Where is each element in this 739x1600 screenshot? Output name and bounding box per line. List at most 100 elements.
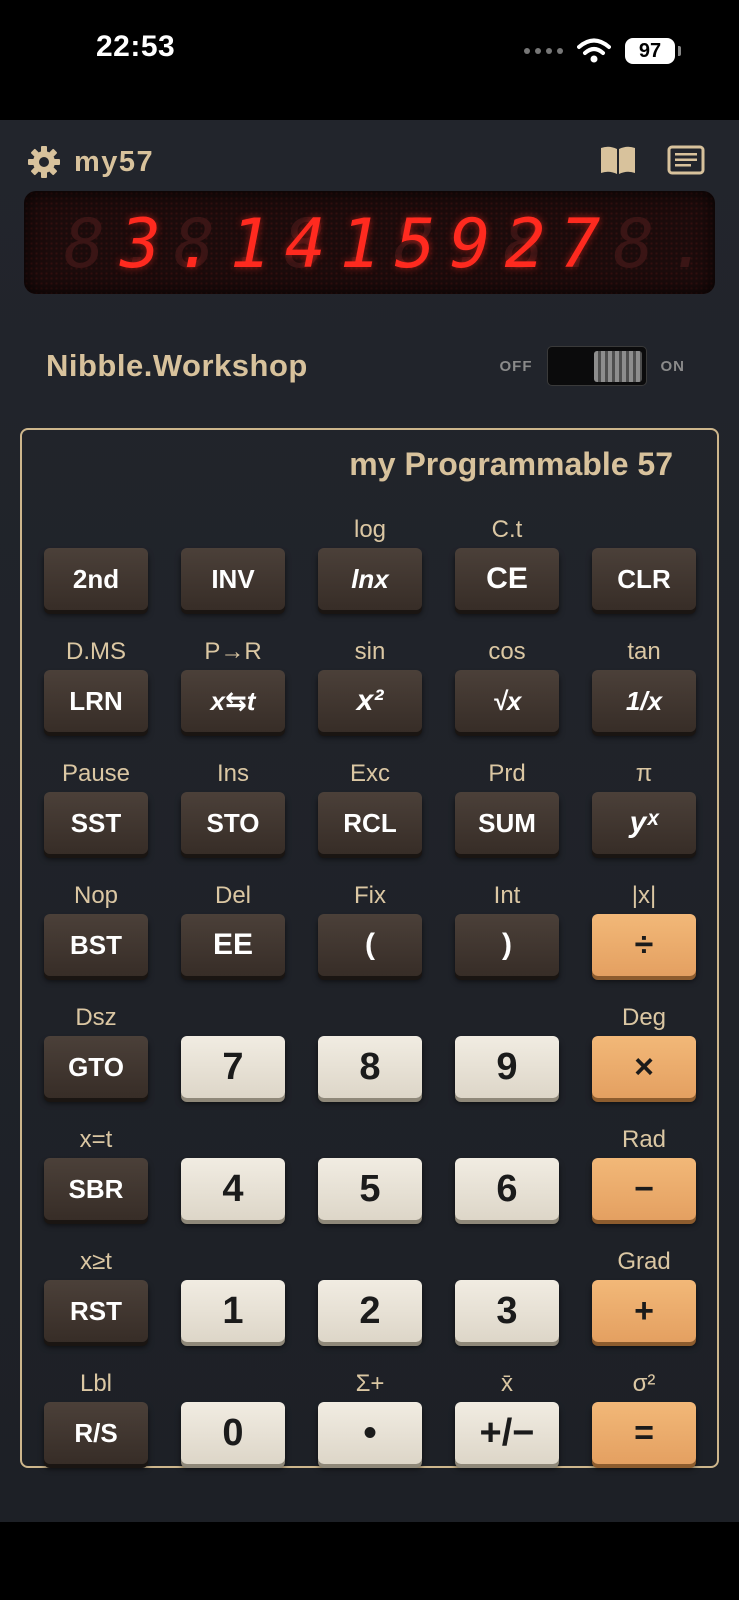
key-cell: Exc RCL bbox=[318, 754, 422, 876]
key-dark-button[interactable]: 1/x bbox=[592, 670, 696, 732]
key-cell: 6 bbox=[455, 1120, 559, 1242]
key-dark-button[interactable]: R/S bbox=[44, 1402, 148, 1464]
key-alt-label: Lbl bbox=[79, 1370, 113, 1397]
key-alt-label: Dsz bbox=[75, 1004, 117, 1031]
key-cell: tan 1/x bbox=[592, 632, 696, 754]
model-name: my Programmable 57 bbox=[349, 446, 673, 482]
key-dark-button[interactable]: INV bbox=[181, 548, 285, 610]
key-dark-button[interactable]: ) bbox=[455, 914, 559, 976]
key-alt-label: Pause bbox=[61, 760, 131, 787]
key-cell: |x| ÷ bbox=[592, 876, 696, 998]
key-cell: 2 bbox=[318, 1242, 422, 1364]
key-alt-label: Σ+ bbox=[355, 1370, 385, 1397]
key-dark-button[interactable]: SBR bbox=[44, 1158, 148, 1220]
key-dark-button[interactable]: RCL bbox=[318, 792, 422, 854]
key-light-button[interactable]: 3 bbox=[455, 1280, 559, 1342]
led-display: 8.8.8.8.8.8.8.8.8.8. 3.1415927 bbox=[24, 191, 715, 294]
key-alt-label: cos bbox=[488, 638, 526, 665]
key-alt-label: tan bbox=[627, 638, 661, 665]
key-alt-label bbox=[181, 1242, 285, 1282]
power-on-label: ON bbox=[660, 357, 685, 375]
key-alt-label: Prd bbox=[488, 760, 526, 787]
key-dark-button[interactable]: lnx bbox=[318, 548, 422, 610]
key-cell: x=t SBR bbox=[44, 1120, 148, 1242]
key-alt-label: D.MS bbox=[66, 638, 126, 665]
key-dark-button[interactable]: BST bbox=[44, 914, 148, 976]
power-switch[interactable] bbox=[546, 346, 647, 386]
key-cell: Del EE bbox=[181, 876, 285, 998]
key-dark-button[interactable]: x⇆t bbox=[181, 670, 285, 732]
key-orange-button[interactable]: × bbox=[592, 1036, 696, 1098]
key-alt-label: x=t bbox=[79, 1126, 113, 1153]
status-time: 22:53 bbox=[96, 30, 176, 63]
key-cell: 7 bbox=[181, 998, 285, 1120]
key-dark-button[interactable]: SST bbox=[44, 792, 148, 854]
key-dark-button[interactable]: CE bbox=[455, 548, 559, 610]
power-switch-knob[interactable] bbox=[593, 351, 642, 382]
key-light-button[interactable]: 9 bbox=[455, 1036, 559, 1098]
key-cell: Pause SST bbox=[44, 754, 148, 876]
key-light-button[interactable]: 2 bbox=[318, 1280, 422, 1342]
display-value: 3.1415927 bbox=[120, 205, 615, 284]
key-cell: x≥t RST bbox=[44, 1242, 148, 1364]
key-light-button[interactable]: 7 bbox=[181, 1036, 285, 1098]
key-dark-button[interactable]: √x bbox=[455, 670, 559, 732]
key-orange-button[interactable]: = bbox=[592, 1402, 696, 1464]
key-alt-label: Fix bbox=[354, 882, 386, 909]
list-icon[interactable] bbox=[667, 144, 705, 176]
key-dark-button[interactable]: RST bbox=[44, 1280, 148, 1342]
key-light-button[interactable]: 4 bbox=[181, 1158, 285, 1220]
key-dark-button[interactable]: x² bbox=[318, 670, 422, 732]
key-cell: Σ+ • bbox=[318, 1364, 422, 1486]
key-dark-button[interactable]: EE bbox=[181, 914, 285, 976]
key-orange-button[interactable]: ÷ bbox=[592, 914, 696, 976]
status-indicators: 97 bbox=[524, 36, 681, 66]
keypad-panel: my Programmable 57 2nd INV log lnx C.t CE CLR D… bbox=[20, 428, 719, 1468]
key-light-button[interactable]: 1 bbox=[181, 1280, 285, 1342]
key-cell: x̄ +/− bbox=[455, 1364, 559, 1486]
app-header: my57 bbox=[26, 142, 154, 182]
key-light-button[interactable]: +/− bbox=[455, 1402, 559, 1464]
key-dark-button[interactable]: GTO bbox=[44, 1036, 148, 1098]
key-light-button[interactable]: 8 bbox=[318, 1036, 422, 1098]
key-light-button[interactable]: 0 bbox=[181, 1402, 285, 1464]
key-alt-label: Rad bbox=[621, 1126, 667, 1153]
key-dark-button[interactable]: CLR bbox=[592, 548, 696, 610]
key-alt-label: P→R bbox=[204, 638, 262, 665]
key-light-button[interactable]: 6 bbox=[455, 1158, 559, 1220]
key-dark-button[interactable]: ( bbox=[318, 914, 422, 976]
key-cell: Deg × bbox=[592, 998, 696, 1120]
key-cell: Rad − bbox=[592, 1120, 696, 1242]
display-digits: 8.8.8.8.8.8.8.8.8.8. 3.1415927 bbox=[64, 205, 715, 285]
key-alt-label: Deg bbox=[621, 1004, 667, 1031]
key-alt-label bbox=[318, 1120, 422, 1160]
key-light-button[interactable]: • bbox=[318, 1402, 422, 1464]
key-orange-button[interactable]: − bbox=[592, 1158, 696, 1220]
power-switch-row: OFF ON bbox=[500, 346, 686, 386]
key-dark-button[interactable]: SUM bbox=[455, 792, 559, 854]
key-light-button[interactable]: 5 bbox=[318, 1158, 422, 1220]
key-dark-button[interactable]: 2nd bbox=[44, 548, 148, 610]
key-orange-button[interactable]: + bbox=[592, 1280, 696, 1342]
key-cell: 8 bbox=[318, 998, 422, 1120]
key-cell: CLR bbox=[592, 510, 696, 632]
gear-icon[interactable] bbox=[26, 144, 62, 180]
header-actions bbox=[599, 144, 705, 176]
calculator-app: my57 8.8.8.8.8.8.8.8.8.8. 3.1415927 Nibb… bbox=[0, 120, 739, 1522]
key-alt-label bbox=[181, 510, 285, 550]
key-dark-button[interactable]: LRN bbox=[44, 670, 148, 732]
key-cell: 3 bbox=[455, 1242, 559, 1364]
key-cell: Prd SUM bbox=[455, 754, 559, 876]
key-alt-label: Ins bbox=[216, 760, 249, 787]
key-cell: 1 bbox=[181, 1242, 285, 1364]
key-cell: INV bbox=[181, 510, 285, 632]
key-alt-label bbox=[318, 1242, 422, 1282]
key-alt-label bbox=[181, 1120, 285, 1160]
key-cell: Fix ( bbox=[318, 876, 422, 998]
key-alt-label: σ² bbox=[632, 1370, 656, 1397]
key-dark-button[interactable]: STO bbox=[181, 792, 285, 854]
key-alt-label: x̄ bbox=[501, 1370, 513, 1397]
key-cell: log lnx bbox=[318, 510, 422, 632]
book-icon[interactable] bbox=[599, 144, 637, 176]
key-dark-button[interactable]: yˣ bbox=[592, 792, 696, 854]
